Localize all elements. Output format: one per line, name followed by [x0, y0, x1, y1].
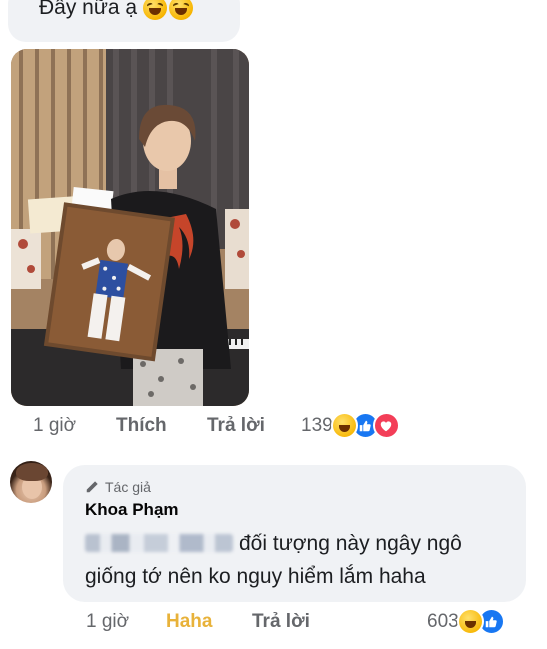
reaction-count: 139 — [301, 414, 333, 436]
comment-photo[interactable] — [11, 49, 249, 406]
photo-comment-reactions[interactable]: 139 — [301, 412, 400, 439]
top-comment-text: Đây nữa ạ — [39, 0, 138, 19]
top-comment-bubble: Đây nữa ạ — [8, 0, 240, 42]
pen-icon — [86, 481, 98, 493]
blurred-mention — [85, 534, 233, 552]
rolling-laughing-emoji-icon — [143, 0, 168, 20]
reply-button[interactable]: Trả lời — [252, 611, 362, 633]
love-reaction-icon — [372, 412, 400, 439]
like-button[interactable]: Thích — [116, 415, 207, 437]
reply-comment-actions: 1 giờ Haha Trả lời — [86, 611, 362, 633]
comment-timestamp[interactable]: 1 giờ — [33, 415, 116, 437]
author-name[interactable]: Khoa Phạm — [85, 500, 179, 520]
reply-comment-reactions[interactable]: 603 — [427, 608, 505, 635]
haha-reaction-icon — [456, 608, 484, 635]
rolling-laughing-emoji-icon — [169, 0, 194, 20]
photo-comment-actions: 1 giờ Thích Trả lời — [33, 415, 304, 437]
author-badge: Tác giả — [85, 479, 151, 495]
photo-illustration — [11, 49, 249, 406]
avatar-hair — [16, 463, 48, 481]
reply-button[interactable]: Trả lời — [207, 415, 304, 437]
top-comment-content: Đây nữa ạ — [39, 0, 194, 20]
haha-reaction-button[interactable]: Haha — [166, 611, 252, 633]
reply-comment-content: đối tượng này ngây ngô giống tớ nên ko n… — [85, 527, 515, 593]
haha-reaction-icon — [330, 412, 358, 439]
reaction-count: 603 — [427, 610, 459, 632]
avatar[interactable] — [10, 461, 52, 503]
comment-timestamp[interactable]: 1 giờ — [86, 611, 166, 633]
reply-comment-bubble: Tác giả Khoa Phạm đối tượng này ngây ngô… — [63, 465, 526, 602]
author-badge-label: Tác giả — [105, 479, 151, 495]
